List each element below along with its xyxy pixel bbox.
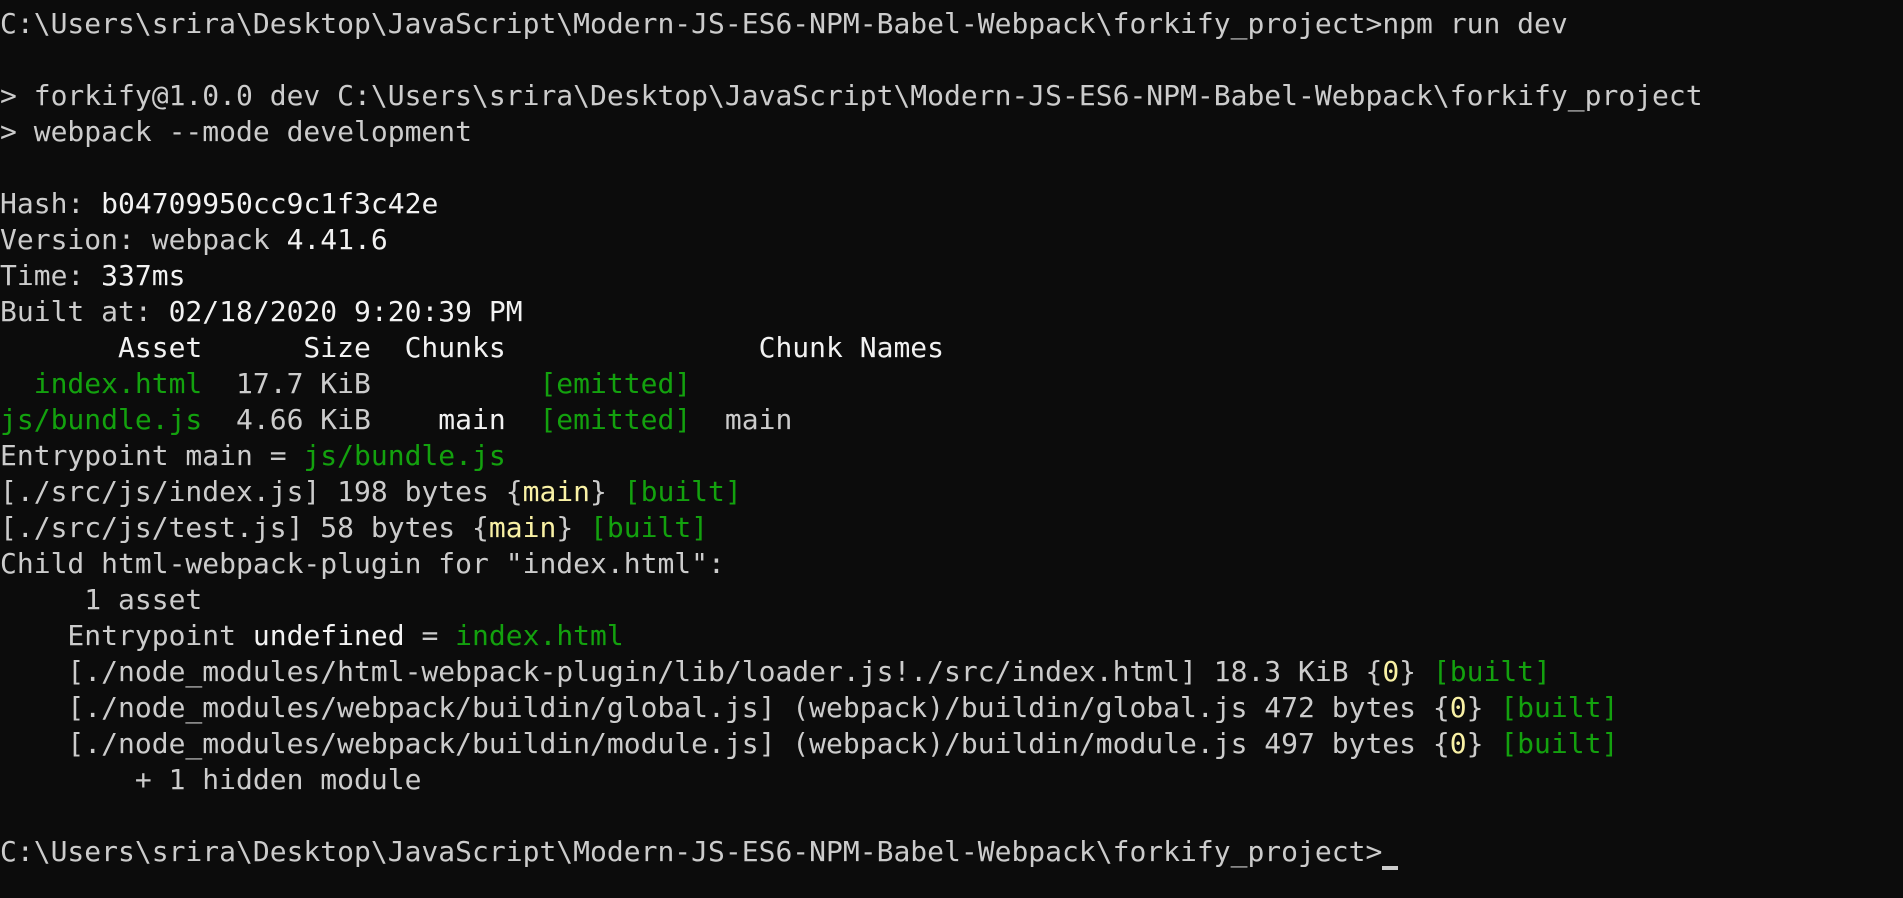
entrypoint-value: js/bundle.js: [303, 439, 506, 472]
built-label: Built at:: [0, 295, 169, 328]
final-prompt-line[interactable]: C:\Users\srira\Desktop\JavaScript\Modern…: [0, 834, 1903, 870]
child-module-path: [./node_modules/html-webpack-plugin/lib/…: [0, 655, 1383, 688]
script-line: > forkify@1.0.0 dev C:\Users\srira\Deskt…: [0, 79, 1703, 112]
asset-chunks: [371, 367, 540, 400]
child-module-status: [built]: [1500, 691, 1619, 724]
child-module-line: [./node_modules/webpack/buildin/global.j…: [0, 690, 1903, 726]
module-status: [built]: [590, 511, 709, 544]
time-label: Time:: [0, 259, 102, 292]
hash-label: Hash:: [0, 187, 102, 220]
hash-line: Hash: b04709950cc9c1f3c42e: [0, 186, 1903, 222]
child-module-close: }: [1466, 727, 1501, 760]
asset-pad: [0, 367, 34, 400]
asset-name: js/bundle.js: [0, 403, 203, 436]
hidden-module-line: + 1 hidden module: [0, 763, 422, 796]
asset-row: js/bundle.js 4.66 KiB main [emitted] mai…: [0, 402, 1903, 438]
module-line: [./src/js/index.js] 198 bytes {main} [bu…: [0, 474, 1903, 510]
asset-size: 17.7 KiB: [202, 367, 371, 400]
child-asset-line: 1 asset: [0, 583, 203, 616]
child-module-path: [./node_modules/webpack/buildin/global.j…: [0, 691, 1450, 724]
time-line: Time: 337ms: [0, 258, 1903, 294]
child-module-chunk: 0: [1449, 727, 1467, 760]
version-value: 4.41.6: [286, 223, 388, 256]
script-line: > webpack --mode development: [0, 115, 473, 148]
child-entrypoint-line: Entrypoint undefined = index.html: [0, 618, 1903, 654]
module-chunk: main: [488, 511, 557, 544]
time-value: 337ms: [101, 259, 186, 292]
child-entry-value: index.html: [455, 619, 624, 652]
child-module-close: }: [1466, 691, 1501, 724]
command-line: C:\Users\srira\Desktop\JavaScript\Modern…: [0, 6, 1903, 42]
terminal-window[interactable]: C:\Users\srira\Desktop\JavaScript\Modern…: [0, 0, 1903, 898]
module-chunk: main: [522, 475, 591, 508]
entrypoint-line: Entrypoint main = js/bundle.js: [0, 438, 1903, 474]
child-module-close: }: [1399, 655, 1433, 688]
child-module-status: [built]: [1500, 727, 1619, 760]
child-entry-label: Entrypoint: [0, 619, 253, 652]
child-module-chunk: 0: [1382, 655, 1400, 688]
child-module-path: [./node_modules/webpack/buildin/module.j…: [0, 727, 1450, 760]
child-module-line: [./node_modules/webpack/buildin/module.j…: [0, 726, 1903, 762]
module-path: [./src/js/index.js] 198 bytes {: [0, 475, 523, 508]
module-path: [./src/js/test.js] 58 bytes {: [0, 511, 489, 544]
child-entry-mid: undefined: [252, 619, 405, 652]
child-module-status: [built]: [1432, 655, 1551, 688]
asset-name: index.html: [33, 367, 203, 400]
module-line: [./src/js/test.js] 58 bytes {main} [buil…: [0, 510, 1903, 546]
built-at-line: Built at: 02/18/2020 9:20:39 PM: [0, 294, 1903, 330]
child-line: Child html-webpack-plugin for "index.htm…: [0, 547, 725, 580]
asset-chunk-names: main: [691, 403, 793, 436]
text-cursor: [1382, 866, 1399, 870]
asset-size: 4.66 KiB: [202, 403, 371, 436]
asset-status: [emitted]: [539, 367, 692, 400]
child-module-line: [./node_modules/html-webpack-plugin/lib/…: [0, 654, 1903, 690]
asset-chunks: main: [370, 403, 540, 436]
asset-row: index.html 17.7 KiB [emitted]: [0, 366, 1903, 402]
child-module-chunk: 0: [1449, 691, 1467, 724]
asset-table-header: Asset Size Chunks Chunk Names: [0, 331, 945, 364]
command-text: npm run dev: [1382, 7, 1568, 40]
child-entry-eq: =: [404, 619, 456, 652]
hash-value: b04709950cc9c1f3c42e: [101, 187, 439, 220]
entrypoint-label: Entrypoint main =: [0, 439, 304, 472]
asset-status: [emitted]: [539, 403, 692, 436]
prompt-path: C:\Users\srira\Desktop\JavaScript\Modern…: [0, 7, 1383, 40]
built-value: 02/18/2020 9:20:39 PM: [168, 295, 523, 328]
version-line: Version: webpack 4.41.6: [0, 222, 1903, 258]
module-status: [built]: [623, 475, 742, 508]
final-prompt-path: C:\Users\srira\Desktop\JavaScript\Modern…: [0, 835, 1383, 868]
module-close: }: [556, 511, 591, 544]
version-label: Version: webpack: [0, 223, 287, 256]
module-close: }: [590, 475, 624, 508]
